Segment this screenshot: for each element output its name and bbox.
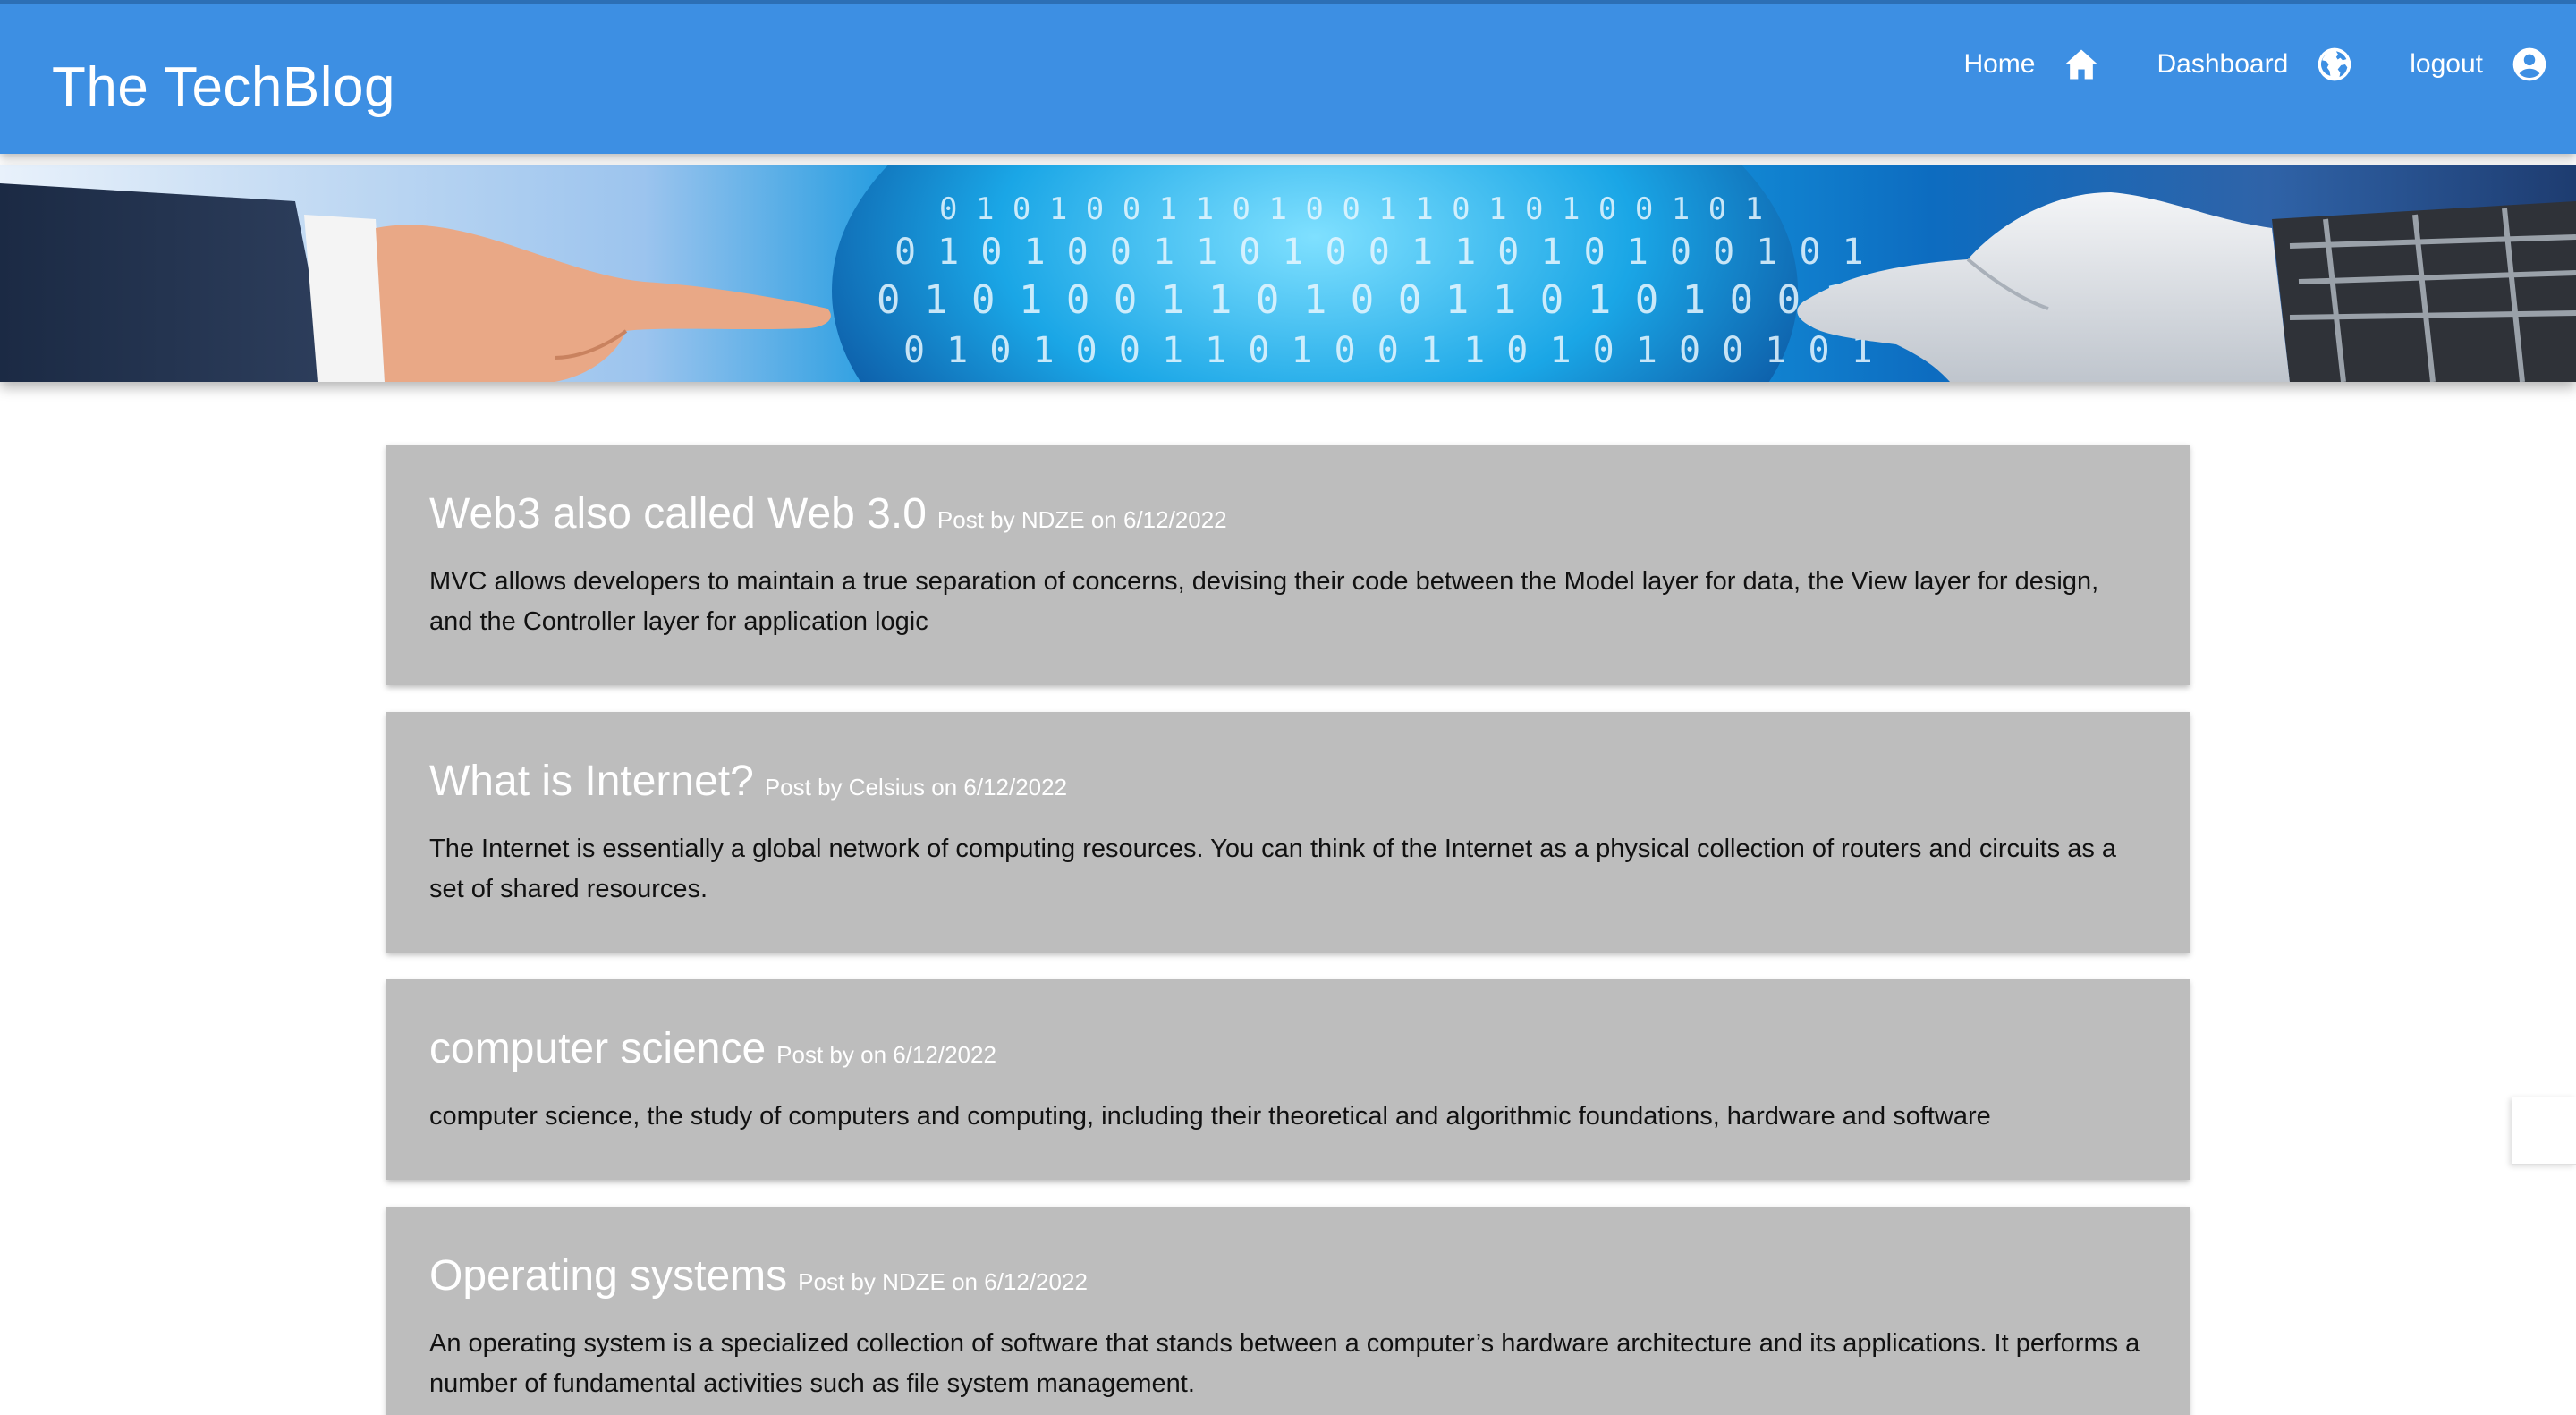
nav-dashboard-label: Dashboard (2157, 49, 2289, 79)
post-title-link[interactable]: computer science (429, 1024, 766, 1073)
post-body: An operating system is a specialized col… (429, 1329, 2140, 1398)
nav-logout-link[interactable]: logout (2410, 39, 2549, 89)
hero-banner: 0 1 0 1 0 0 1 1 0 1 0 0 1 1 0 1 0 1 0 0 … (0, 165, 2576, 382)
post-body: MVC allows developers to maintain a true… (429, 567, 2099, 636)
post-meta: Post by on 6/12/2022 (776, 1041, 996, 1068)
top-navbar: The TechBlog Home Dashboard logout (0, 0, 2576, 154)
post-meta: Post by NDZE on 6/12/2022 (936, 506, 1227, 533)
post-header: computer science Post by on 6/12/2022 (429, 1024, 2147, 1073)
post-header: What is Internet? Post by Celsius on 6/1… (429, 757, 2147, 806)
svg-text:0 1 0 1 0 0 1 1 0 1 0 0 1 1 0: 0 1 0 1 0 0 1 1 0 1 0 0 1 1 0 1 0 1 0 0 … (939, 191, 1763, 227)
account-circle-icon (2512, 47, 2546, 81)
post-body: The Internet is essentially a global net… (429, 835, 2117, 903)
robot-hand (1797, 192, 2576, 382)
nav-home-label: Home (1963, 49, 2036, 79)
nav-home-link[interactable]: Home (1963, 39, 2101, 89)
post-title-link[interactable]: What is Internet? (429, 757, 754, 806)
page: The TechBlog Home Dashboard logout 0 1 0… (0, 0, 2576, 1415)
post-title-link[interactable]: Operating systems (429, 1251, 787, 1301)
svg-text:0 1 0 1 0 0 1 1 0 1 0 0 1 1 0: 0 1 0 1 0 0 1 1 0 1 0 0 1 1 0 1 0 1 0 0 … (877, 277, 1943, 323)
post-card[interactable]: Operating systems Post by NDZE on 6/12/2… (386, 1207, 2190, 1415)
svg-text:0 1 0 1 0 0 1 1 0 1 0 0 1 1 0: 0 1 0 1 0 0 1 1 0 1 0 0 1 1 0 1 0 1 0 0 … (903, 330, 1873, 371)
side-widget-tab[interactable] (2512, 1097, 2576, 1165)
globe-icon (2318, 47, 2351, 81)
post-list: Web3 also called Web 3.0 Post by NDZE on… (386, 445, 2190, 1415)
nav-logout-label: logout (2410, 49, 2483, 79)
nav-dashboard-link[interactable]: Dashboard (2157, 39, 2354, 89)
post-body: computer science, the study of computers… (429, 1102, 1991, 1131)
post-header: Web3 also called Web 3.0 Post by NDZE on… (429, 489, 2147, 538)
binary-digits: 0 1 0 1 0 0 1 1 0 1 0 0 1 1 0 1 0 1 0 0 … (877, 191, 1943, 371)
site-brand-link[interactable]: The TechBlog (52, 55, 395, 119)
post-meta: Post by Celsius on 6/12/2022 (764, 774, 1068, 801)
post-meta: Post by NDZE on 6/12/2022 (798, 1268, 1088, 1295)
post-card[interactable]: Web3 also called Web 3.0 Post by NDZE on… (386, 445, 2190, 685)
svg-text:0 1 0 1 0 0 1 1 0 1 0 0 1 1 0: 0 1 0 1 0 0 1 1 0 1 0 0 1 1 0 1 0 1 0 0 … (894, 232, 1864, 273)
main-nav: Home Dashboard logout (1908, 39, 2549, 89)
post-title-link[interactable]: Web3 also called Web 3.0 (429, 489, 927, 538)
human-hand (0, 183, 831, 382)
post-card[interactable]: What is Internet? Post by Celsius on 6/1… (386, 712, 2190, 953)
post-header: Operating systems Post by NDZE on 6/12/2… (429, 1251, 2147, 1301)
post-card[interactable]: computer science Post by on 6/12/2022 co… (386, 979, 2190, 1180)
home-icon (2065, 49, 2098, 80)
hero-banner-illustration: 0 1 0 1 0 0 1 1 0 1 0 0 1 1 0 1 0 1 0 0 … (0, 165, 2576, 382)
